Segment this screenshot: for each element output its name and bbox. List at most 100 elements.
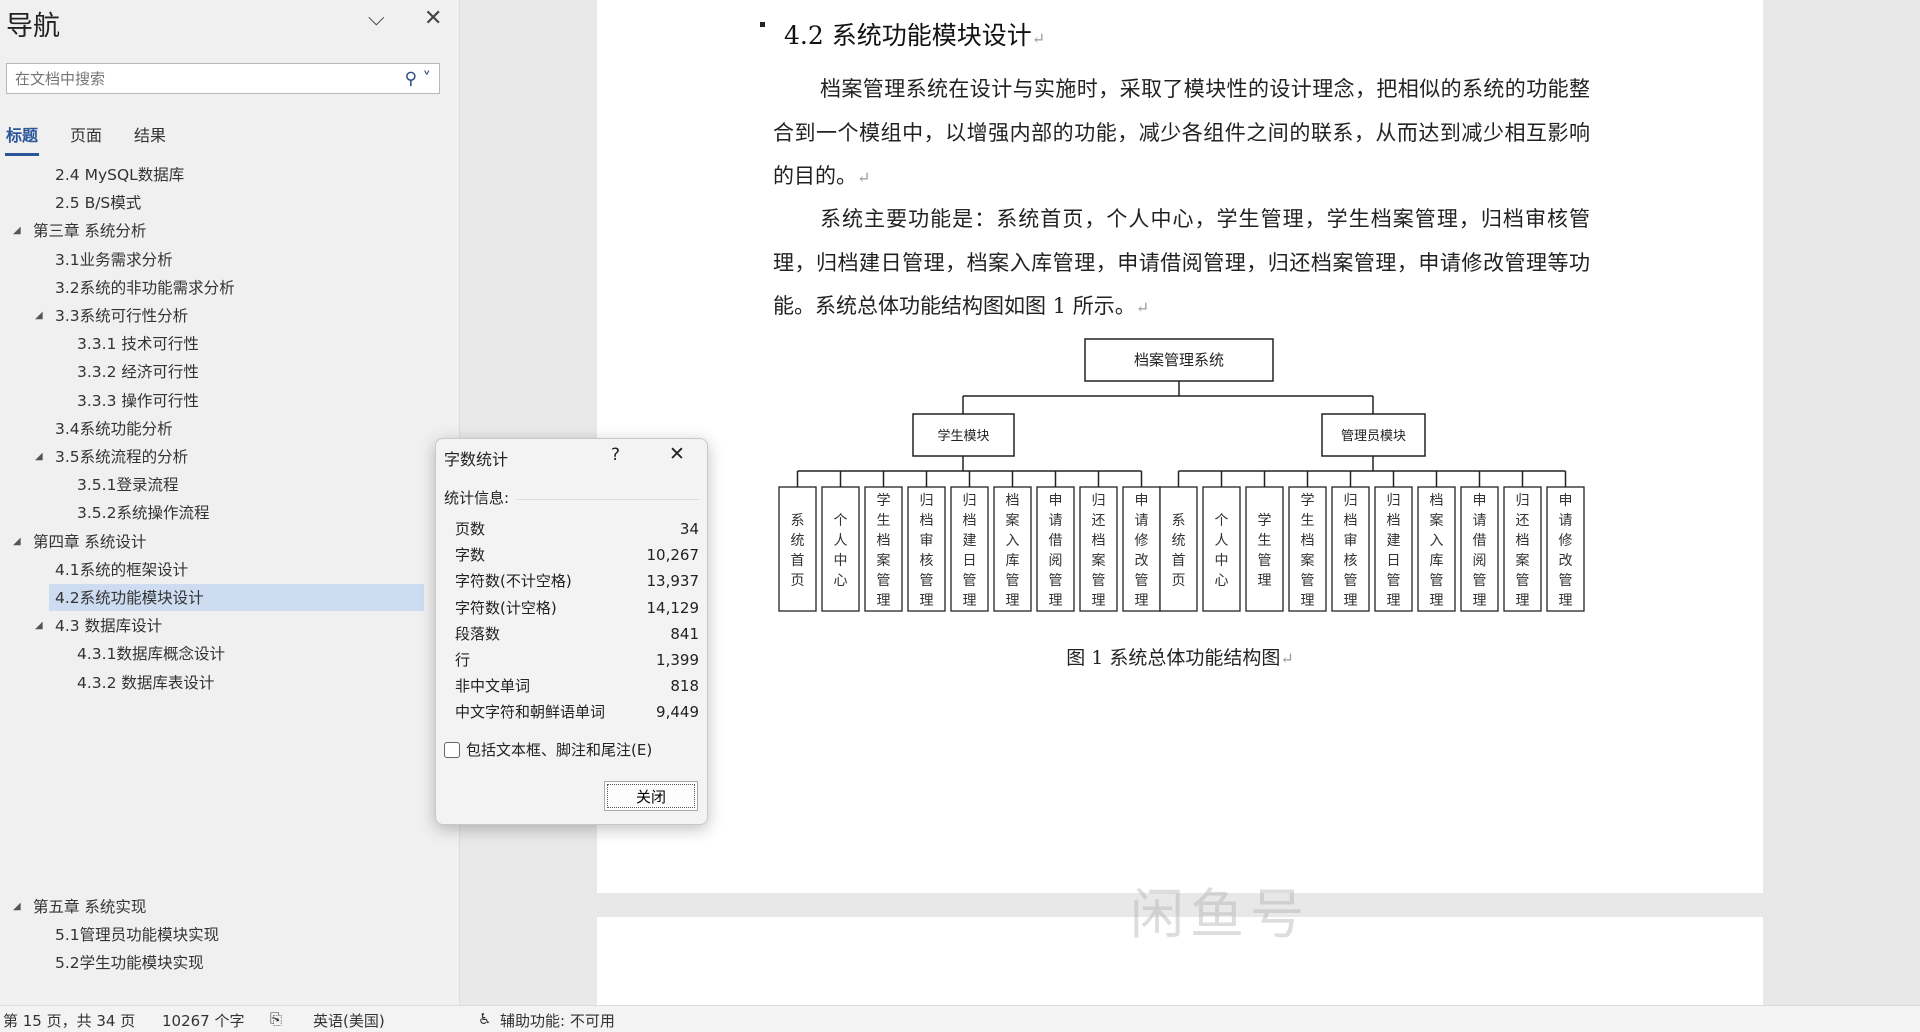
- close-icon[interactable]: ✕: [424, 6, 442, 31]
- leaf-char: 日: [963, 553, 977, 569]
- stat-row: 字数 10,267: [455, 542, 699, 568]
- tree-item-label: 2.5 B/S模式: [55, 194, 142, 213]
- leaf-char: 管: [1344, 573, 1358, 589]
- leaf-char: 理: [1258, 573, 1272, 589]
- page-count[interactable]: 第 15 页，共 34 页: [3, 1010, 135, 1031]
- tree-item[interactable]: 3.2系统的非功能需求分析: [55, 274, 235, 302]
- leaf-char: 案: [1092, 552, 1106, 569]
- tab-pages[interactable]: 页面: [70, 122, 102, 146]
- expand-triangle-icon[interactable]: ◢: [13, 217, 21, 245]
- help-icon[interactable]: ?: [611, 445, 620, 465]
- leaf-char: 归: [1516, 492, 1530, 509]
- expand-triangle-icon[interactable]: ◢: [13, 528, 21, 556]
- leaf-char: 管: [1258, 553, 1272, 569]
- tree-item[interactable]: ◢ 第五章 系统实现: [13, 893, 147, 921]
- leaf-char: 档: [1301, 533, 1315, 549]
- leaf-char: 心: [834, 573, 848, 589]
- tree-item[interactable]: 3.3.1 技术可行性: [77, 330, 199, 358]
- expand-triangle-icon[interactable]: ◢: [35, 302, 43, 330]
- tree-item[interactable]: 3.3.2 经济可行性: [77, 358, 199, 386]
- close-icon[interactable]: ✕: [669, 443, 685, 465]
- leaf-box: [821, 486, 860, 612]
- leaf-char: 改: [1135, 553, 1149, 569]
- tree-item-label: 3.1业务需求分析: [55, 250, 173, 269]
- tree-item-label: 5.1管理员功能模块实现: [55, 926, 220, 945]
- tree-item[interactable]: 5.2学生功能模块实现: [55, 949, 204, 977]
- stat-value: 1,399: [656, 651, 699, 669]
- leaf-box: [1245, 486, 1284, 612]
- expand-triangle-icon[interactable]: ◢: [13, 893, 21, 921]
- tree-item[interactable]: 2.4 MySQL数据库: [55, 161, 184, 189]
- tree-item[interactable]: ◢ 3.3系统可行性分析: [35, 302, 188, 330]
- tree-item-label: 4.3.2 数据库表设计: [77, 673, 215, 692]
- leaf-char: 统: [791, 533, 805, 549]
- stat-row: 字符数(计空格) 14,129: [455, 595, 699, 621]
- close-button[interactable]: 关闭: [604, 781, 698, 811]
- tree-item[interactable]: ◢ 3.5系统流程的分析: [35, 443, 188, 471]
- language[interactable]: 英语(美国): [313, 1010, 385, 1031]
- tree-item-label: 5.2学生功能模块实现: [55, 954, 204, 973]
- tree-item[interactable]: 2.5 B/S模式: [55, 189, 141, 217]
- expand-triangle-icon[interactable]: ◢: [35, 612, 43, 640]
- leaf-char: 归: [1344, 492, 1358, 509]
- search-box[interactable]: ⚲ ˅: [6, 63, 440, 94]
- stat-label: 页数: [455, 520, 486, 538]
- leaf-char: 学: [1301, 493, 1315, 509]
- leaf-char: 库: [1006, 553, 1020, 569]
- leaf-char: 理: [1387, 593, 1401, 609]
- tree-item-label: 2.4 MySQL数据库: [55, 166, 185, 184]
- tree-item[interactable]: ◢ 第三章 系统分析: [13, 217, 146, 245]
- tree-item[interactable]: 4.3.1数据库概念设计: [77, 640, 225, 668]
- leaf-char: 管: [1092, 573, 1106, 589]
- tree-item[interactable]: 3.5.1登录流程: [77, 471, 178, 499]
- leaf-char: 系: [1172, 513, 1186, 529]
- dialog-title: 字数统计: [444, 450, 509, 469]
- navigation-pane: 导航 ⌵ ✕ ⚲ ˅ 标题 页面 结果 2.4 MySQL数据库 2.5 B/S模…: [0, 0, 460, 1005]
- leaf-char: 学: [877, 493, 891, 509]
- accessibility-status[interactable]: 辅助功能: 不可用: [500, 1010, 615, 1031]
- leaf-char: 心: [1215, 573, 1229, 589]
- leaf-char: 管: [1473, 573, 1487, 589]
- expand-triangle-icon[interactable]: ◢: [35, 443, 43, 471]
- tree-item-label: 3.2系统的非功能需求分析: [55, 278, 235, 297]
- leaf-char: 档: [1344, 513, 1358, 529]
- leaf-char: 人: [1215, 533, 1229, 549]
- tab-headings[interactable]: 标题: [6, 122, 38, 146]
- tree-item[interactable]: 5.1管理员功能模块实现: [55, 921, 219, 949]
- leaf-char: 理: [1344, 593, 1358, 609]
- tree-item[interactable]: 3.4系统功能分析: [55, 415, 173, 443]
- tree-item[interactable]: 3.5.2系统操作流程: [77, 499, 209, 527]
- tree-item-label: 4.3.1数据库概念设计: [77, 645, 225, 664]
- stat-value: 841: [670, 624, 699, 643]
- search-input[interactable]: [15, 69, 405, 88]
- tree-item[interactable]: 4.2系统功能模块设计: [55, 584, 204, 612]
- leaf-char: 请: [1049, 513, 1063, 529]
- leaf-box: [1202, 486, 1241, 612]
- leaf-char: 人: [834, 533, 848, 549]
- tree-item[interactable]: ◢ 4.3 数据库设计: [35, 612, 162, 640]
- leaf-char: 中: [1215, 553, 1229, 569]
- leaf-char: 理: [877, 593, 891, 609]
- search-icon[interactable]: ⚲ ˅: [405, 69, 431, 89]
- leaf-char: 管: [1301, 573, 1315, 589]
- leaf-char: 理: [963, 593, 977, 609]
- tree-item[interactable]: 4.1系统的框架设计: [55, 556, 188, 584]
- tree-item[interactable]: 3.3.3 操作可行性: [77, 387, 199, 415]
- checkbox-box[interactable]: [444, 741, 460, 758]
- include-textboxes-checkbox[interactable]: 包括文本框、脚注和尾注(E): [444, 739, 652, 760]
- divider: [516, 499, 699, 500]
- word-count[interactable]: 10267 个字: [162, 1010, 245, 1031]
- leaf-char: 还: [1516, 513, 1530, 529]
- tree-item[interactable]: ◢ 第四章 系统设计: [13, 528, 146, 556]
- tree-item-label: 3.5.2系统操作流程: [77, 504, 210, 523]
- stat-value: 10,267: [646, 546, 700, 565]
- tree-item-label: 第五章 系统实现: [33, 898, 147, 916]
- leaf-char: 还: [1092, 513, 1106, 529]
- leaf-char: 生: [1301, 513, 1315, 529]
- proofing-icon[interactable]: ⎘: [270, 1010, 282, 1028]
- tree-item[interactable]: 4.3.2 数据库表设计: [77, 669, 214, 697]
- tab-results[interactable]: 结果: [134, 122, 166, 146]
- tree-item[interactable]: 3.1业务需求分析: [55, 246, 173, 274]
- chevron-down-icon[interactable]: ⌵: [368, 6, 385, 31]
- figure-caption: 图 1 系统总体功能结构图↵: [1066, 647, 1294, 669]
